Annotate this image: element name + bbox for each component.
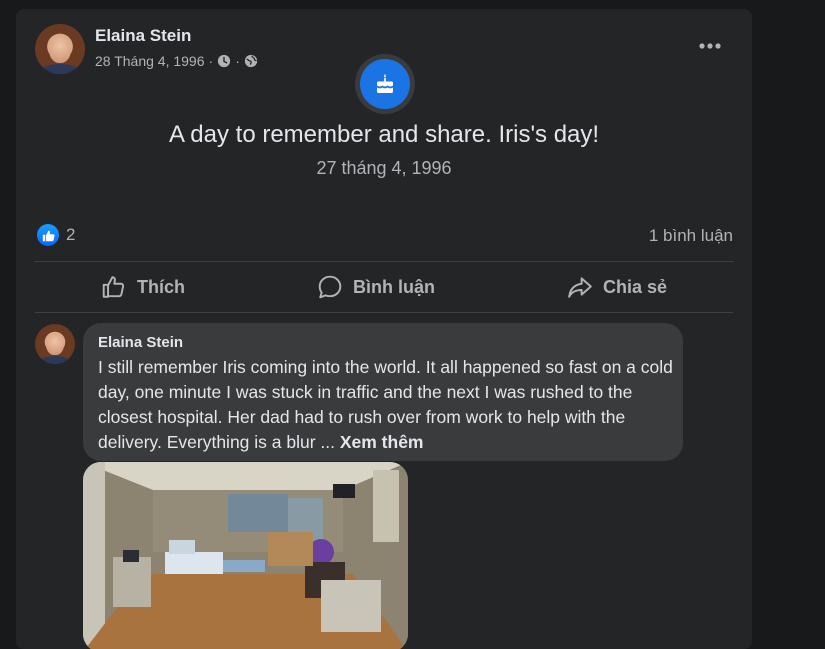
life-event-icon-circle bbox=[360, 59, 410, 109]
commenter-name[interactable]: Elaina Stein bbox=[98, 334, 183, 351]
like-button-label: Thích bbox=[136, 276, 185, 297]
see-more-link[interactable]: Xem thêm bbox=[340, 432, 424, 452]
more-options-button[interactable] bbox=[692, 31, 728, 61]
divider bbox=[35, 312, 733, 313]
comment-text-container: I still remember Iris coming into the wo… bbox=[98, 355, 683, 455]
comment-photo[interactable] bbox=[83, 462, 408, 649]
like-reaction-badge bbox=[37, 224, 59, 246]
share-icon bbox=[568, 277, 592, 298]
comment-button[interactable]: Bình luận bbox=[297, 268, 455, 306]
post-meta: 28 Tháng 4, 1996 · · bbox=[95, 53, 258, 69]
comment-button-label: Bình luận bbox=[352, 276, 435, 297]
like-icon bbox=[42, 230, 55, 241]
share-button[interactable]: Chia sẻ bbox=[547, 268, 687, 306]
reactions-summary[interactable]: 2 bbox=[37, 224, 75, 246]
commenter-avatar[interactable] bbox=[35, 324, 75, 364]
thumbs-up-icon bbox=[102, 276, 125, 298]
author-name[interactable]: Elaina Stein bbox=[95, 26, 191, 46]
cake-icon bbox=[377, 74, 393, 93]
globe-icon bbox=[244, 54, 257, 68]
more-icon bbox=[699, 43, 721, 49]
author-avatar[interactable] bbox=[35, 24, 85, 74]
meta-separator: · bbox=[208, 53, 214, 69]
share-button-label: Chia sẻ bbox=[602, 276, 667, 297]
post-date[interactable]: 28 Tháng 4, 1996 bbox=[95, 53, 205, 69]
hospital-room-image bbox=[83, 462, 408, 649]
comment-icon bbox=[318, 275, 342, 299]
reaction-count: 2 bbox=[66, 225, 76, 244]
like-button[interactable]: Thích bbox=[81, 268, 205, 306]
comment-bubble: Elaina Stein I still remember Iris comin… bbox=[83, 323, 683, 461]
post-card: Elaina Stein 28 Tháng 4, 1996 · · A day … bbox=[16, 9, 752, 649]
life-event-title: A day to remember and share. Iris's day! bbox=[168, 121, 600, 148]
post-actions-bar: Thích Bình luận Chia sẻ bbox=[35, 262, 733, 312]
meta-separator: · bbox=[235, 53, 240, 69]
life-event-badge bbox=[355, 54, 415, 114]
comments-count-link[interactable]: 1 bình luận bbox=[649, 226, 733, 246]
clock-icon bbox=[218, 54, 231, 68]
life-event-date: 27 tháng 4, 1996 bbox=[316, 158, 452, 178]
